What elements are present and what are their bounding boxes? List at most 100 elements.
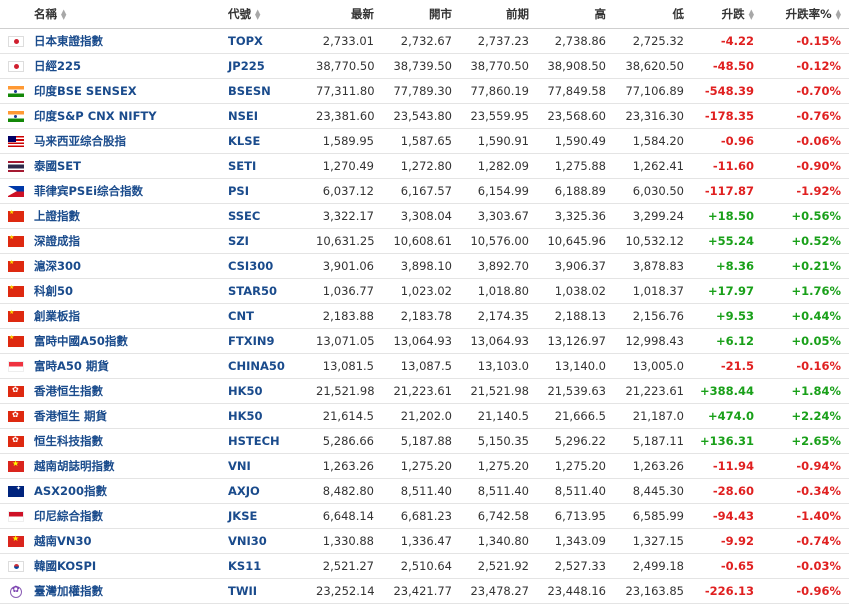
- table-row[interactable]: 香港恒生 期貨 HK50 21,614.521,202.021,140.521,66…: [0, 403, 849, 429]
- index-name-link[interactable]: 泰國SET: [34, 159, 81, 173]
- table-row[interactable]: 韓國KOSPI KS11 2,521.27 2,510.64 2,521.92 2,527…: [0, 553, 849, 579]
- table-row[interactable]: 恒生科技指數 HSTECH 5,286.665,187.885,150.355,29…: [0, 428, 849, 454]
- flag-cell: [0, 178, 26, 204]
- table-row[interactable]: 滬深300 CSI300 3,901.063,898.103,892.703,906…: [0, 253, 849, 279]
- index-code-link[interactable]: SZI: [228, 234, 249, 248]
- index-name-cell: 臺灣加權指數: [26, 578, 220, 604]
- high-price: 1,275.20: [537, 453, 614, 479]
- table-row[interactable]: 马来西亚综合股指 KLSE 1,589.95 1,587.65 1,590.91 1,59…: [0, 128, 849, 154]
- table-row[interactable]: 越南VN30 VNI30 1,330.881,336.471,340.801,343…: [0, 528, 849, 554]
- index-code-link[interactable]: SETI: [228, 159, 256, 173]
- jp-flag-icon: [8, 36, 24, 47]
- table-row[interactable]: 深證成指 SZI 10,631.2510,608.6110,576.0010,645…: [0, 228, 849, 254]
- index-name-link[interactable]: 韓國KOSPI: [34, 559, 96, 573]
- index-name-link[interactable]: 日本東證指數: [34, 34, 103, 48]
- index-code-link[interactable]: HK50: [228, 384, 263, 398]
- sort-icon[interactable]: ▲ ▼: [255, 8, 260, 20]
- high-price: 1,590.49: [537, 128, 614, 154]
- table-row[interactable]: 印尼綜合指數 JKSE 6,648.14 6,681.23 6,742.58 6,713.…: [0, 503, 849, 529]
- table-row[interactable]: 泰國SET SETI 1,270.49 1,272.80 1,282.09 1,275.8…: [0, 153, 849, 179]
- index-code-link[interactable]: HSTECH: [228, 434, 280, 448]
- high-column-header[interactable]: 高: [537, 0, 614, 29]
- index-code-link[interactable]: CSI300: [228, 259, 273, 273]
- index-code-link[interactable]: STAR50: [228, 284, 277, 298]
- last-column-header[interactable]: 最新: [308, 0, 382, 29]
- open-price: 1,023.02: [382, 278, 460, 304]
- index-code-link[interactable]: FTXIN9: [228, 334, 274, 348]
- last-price: 1,330.88: [308, 528, 382, 554]
- index-name-link[interactable]: 马来西亚综合股指: [34, 134, 126, 148]
- price-change-pct: -0.76%: [762, 103, 849, 129]
- index-name-link[interactable]: 上證指數: [34, 209, 80, 223]
- in-flag-icon: [8, 86, 24, 97]
- index-name-link[interactable]: 越南VN30: [34, 534, 92, 548]
- index-name-link[interactable]: 滬深300: [34, 259, 81, 273]
- index-code-link[interactable]: KS11: [228, 559, 261, 573]
- sort-icon[interactable]: ▲ ▼: [61, 8, 66, 20]
- table-row[interactable]: 臺灣加權指數TWII23,252.1423,421.7723,478.2723,…: [0, 578, 849, 604]
- index-code-link[interactable]: TWII: [228, 584, 257, 598]
- table-row[interactable]: 越南胡誌明指數VNI1,263.261,275.201,275.201,275.…: [0, 453, 849, 479]
- sort-icon[interactable]: ▲ ▼: [749, 8, 754, 20]
- table-row[interactable]: 創業板指 CNT 2,183.882,183.782,174.352,188.132…: [0, 303, 849, 329]
- table-row[interactable]: 日經225 JP225 38,770.50 38,739.50 38,770.50 38,…: [0, 53, 849, 79]
- index-name-link[interactable]: 日經225: [34, 59, 81, 73]
- index-name-link[interactable]: 創業板指: [34, 309, 80, 323]
- index-code-link[interactable]: NSEI: [228, 109, 258, 123]
- index-code-link[interactable]: KLSE: [228, 134, 260, 148]
- index-name-link[interactable]: 科創50: [34, 284, 73, 298]
- table-row[interactable]: 富時A50 期貨 CHINA50 13,081.5 13,087.5 13,103.0 1…: [0, 353, 849, 379]
- prev-column-header[interactable]: 前期: [460, 0, 537, 29]
- index-code-link[interactable]: CHINA50: [228, 359, 285, 373]
- index-code-link[interactable]: TOPX: [228, 34, 263, 48]
- table-row[interactable]: 香港恒生指數HK5021,521.9821,223.6121,521.9821,…: [0, 378, 849, 404]
- index-name-link[interactable]: 香港恒生 期貨: [34, 409, 107, 423]
- table-row[interactable]: 上證指數 SSEC 3,322.173,308.043,303.673,325.36…: [0, 203, 849, 229]
- table-row[interactable]: 印度BSE SENSEX BSESN 77,311.80 77,789.30 77,86…: [0, 78, 849, 104]
- table-row[interactable]: 菲律宾PSEi综合指数 PSI 6,037.12 6,167.57 6,154.99 6,…: [0, 178, 849, 204]
- index-code-link[interactable]: BSESN: [228, 84, 271, 98]
- index-name-link[interactable]: 恒生科技指數: [34, 434, 103, 448]
- index-code-link[interactable]: CNT: [228, 309, 254, 323]
- price-change-pct: -0.16%: [762, 353, 849, 379]
- table-row[interactable]: 日本東證指數 TOPX 2,733.01 2,732.67 2,737.23 2,738.…: [0, 28, 849, 54]
- flag-cell: [0, 578, 26, 604]
- sg-flag-icon: [8, 361, 24, 372]
- code-column-header[interactable]: 代號 ▲ ▼: [220, 0, 308, 29]
- low-column-header[interactable]: 低: [614, 0, 692, 29]
- index-name-link[interactable]: 菲律宾PSEi综合指数: [34, 184, 143, 198]
- index-name-link[interactable]: 香港恒生指數: [34, 384, 103, 398]
- low-price: 10,532.12: [614, 228, 692, 254]
- index-name-link[interactable]: 印度BSE SENSEX: [34, 84, 137, 98]
- price-change-pct: -0.06%: [762, 128, 849, 154]
- index-name-link[interactable]: ASX200指數: [34, 484, 107, 498]
- index-name-link[interactable]: 富時A50 期貨: [34, 359, 109, 373]
- index-name-link[interactable]: 深證成指: [34, 234, 80, 248]
- index-name-link[interactable]: 臺灣加權指數: [34, 584, 103, 598]
- index-code-link[interactable]: HK50: [228, 409, 263, 423]
- index-name-link[interactable]: 越南胡誌明指數: [34, 459, 115, 473]
- index-code-link[interactable]: VNI30: [228, 534, 267, 548]
- cn-flag-icon: [8, 259, 24, 272]
- change-pct-column-header[interactable]: 升跌率% ▲ ▼: [762, 0, 849, 29]
- index-code-link[interactable]: JKSE: [228, 509, 257, 523]
- change-column-header[interactable]: 升跌 ▲ ▼: [692, 0, 762, 29]
- table-row[interactable]: ASX200指數AXJO8,482.808,511.408,511.408,51…: [0, 478, 849, 504]
- index-code-link[interactable]: SSEC: [228, 209, 260, 223]
- index-code-link[interactable]: JP225: [228, 59, 265, 73]
- index-code-link[interactable]: AXJO: [228, 484, 260, 498]
- name-column-header[interactable]: 名稱 ▲ ▼: [26, 0, 220, 29]
- price-change: +17.97: [692, 278, 762, 304]
- index-name-link[interactable]: 富時中國A50指數: [34, 334, 128, 348]
- index-code-link[interactable]: PSI: [228, 184, 249, 198]
- kr-flag-icon: [8, 561, 24, 572]
- index-code-link[interactable]: VNI: [228, 459, 251, 473]
- index-name-link[interactable]: 印尼綜合指數: [34, 509, 103, 523]
- open-column-header[interactable]: 開市: [382, 0, 460, 29]
- indices-table: 名稱 ▲ ▼ 代號 ▲ ▼ 最新 開市 前期 高 低 升跌 ▲ ▼ 升跌率% ▲ ▼ 日本東證指…: [0, 0, 849, 604]
- sort-icon[interactable]: ▲ ▼: [836, 8, 841, 20]
- table-row[interactable]: 科創50 STAR50 1,036.771,023.021,018.801,038.…: [0, 278, 849, 304]
- table-row[interactable]: 印度S&P CNX NIFTY NSEI 23,381.60 23,543.80 23,…: [0, 103, 849, 129]
- index-name-link[interactable]: 印度S&P CNX NIFTY: [34, 109, 157, 123]
- table-row[interactable]: 富時中國A50指數FTXIN913,071.0513,064.9313,064.…: [0, 328, 849, 354]
